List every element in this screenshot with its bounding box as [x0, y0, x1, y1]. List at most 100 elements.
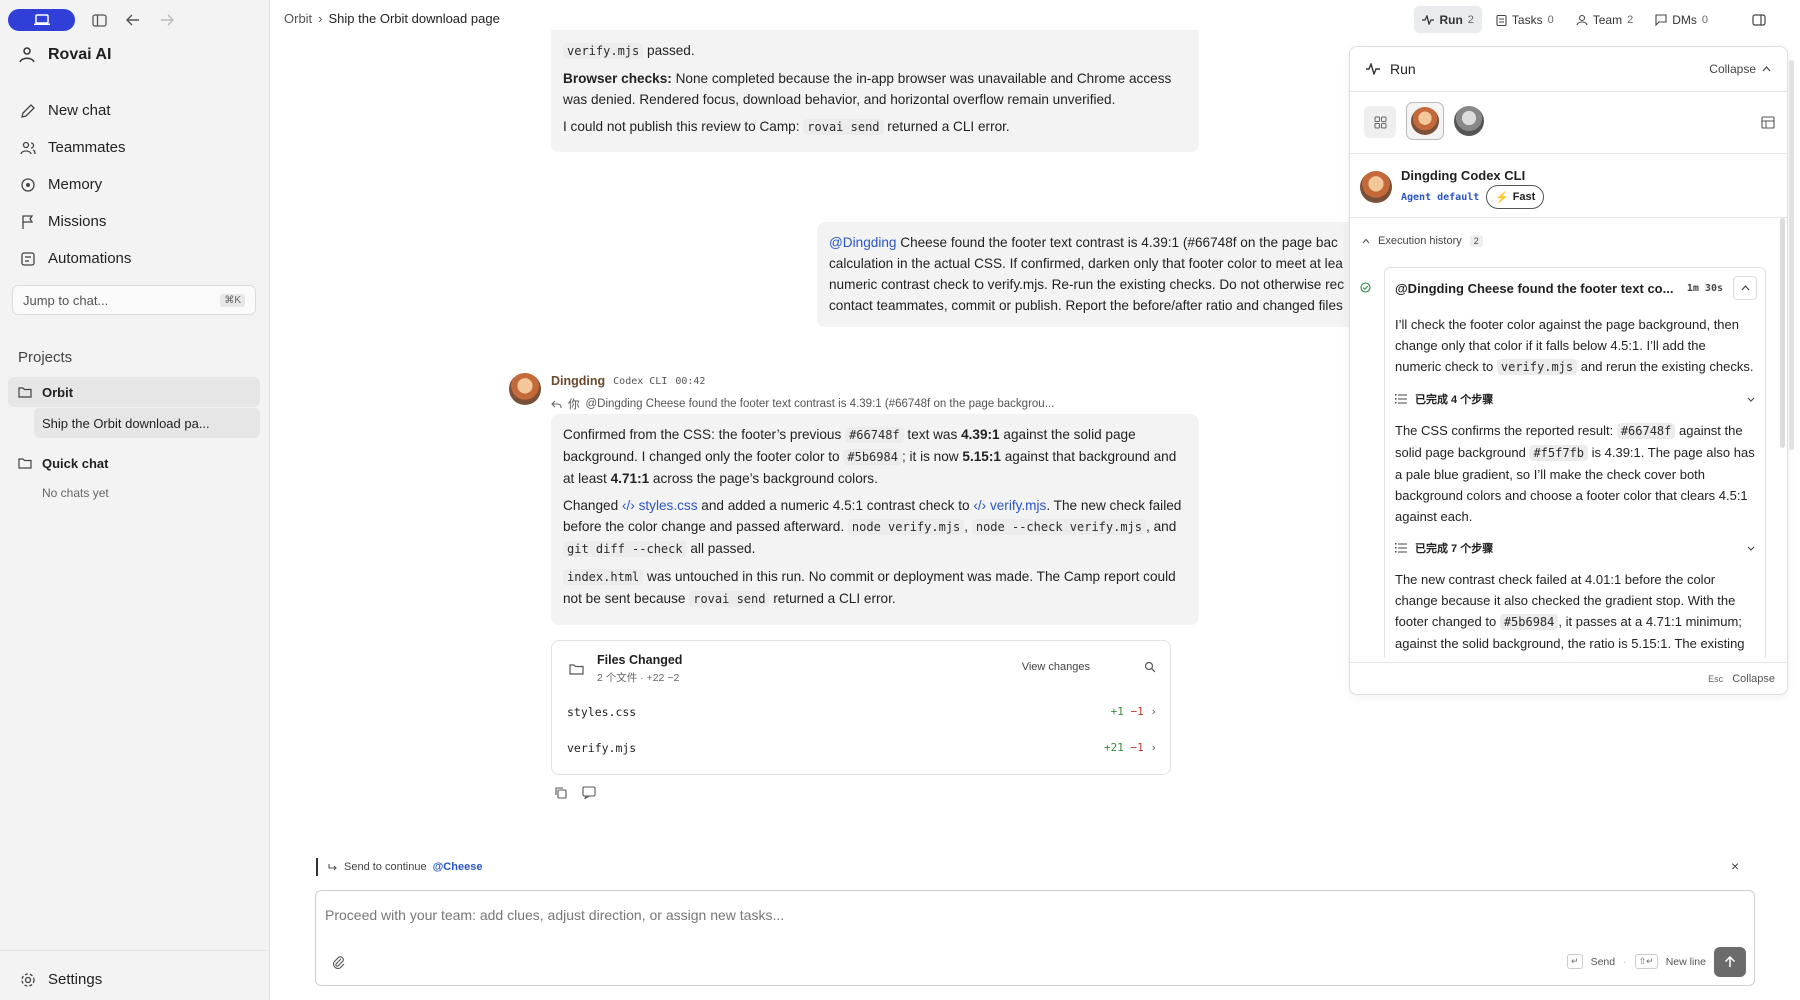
feedback-icon[interactable] [582, 786, 596, 799]
list-icon [1395, 543, 1407, 553]
copy-icon[interactable] [554, 786, 567, 799]
nav-automations[interactable]: Automations [10, 240, 260, 277]
search-icon[interactable] [1144, 661, 1156, 673]
nav-label: Teammates [48, 139, 126, 156]
view-changes-button[interactable]: View changes [1022, 661, 1090, 673]
panel-toggle-button[interactable] [1744, 6, 1774, 33]
message-time: 00:42 [675, 375, 706, 387]
steps-label: 已完成 4 个步骤 [1415, 394, 1494, 406]
chat-item-ship-orbit[interactable]: Ship the Orbit download pa... [34, 408, 260, 438]
project-orbit[interactable]: Orbit [8, 377, 260, 407]
reply-quote[interactable]: 你 @Dingding Cheese found the footer text… [551, 396, 1054, 412]
msg-line: I could not publish this review to Camp:… [563, 116, 1187, 138]
message-composer[interactable]: Proceed with your team: add clues, adjus… [315, 890, 1755, 986]
crumb-separator: › [318, 11, 323, 26]
check-circle-icon [1360, 282, 1371, 293]
tasks-label: Tasks [1511, 12, 1543, 27]
msg-text: and rerun the existing checks. [1577, 359, 1754, 374]
nav-label: Missions [48, 213, 107, 230]
msg-text: ; it is now [901, 449, 963, 464]
nav-missions[interactable]: Missions [10, 203, 260, 240]
user-message-bubble: @Dingding Cheese found the footer text c… [817, 222, 1349, 327]
author-name[interactable]: Dingding [551, 374, 605, 388]
tasks-button[interactable]: Tasks 0 [1488, 6, 1562, 33]
forward-arrow-icon[interactable] [157, 10, 177, 30]
settings-button[interactable]: Settings [0, 950, 270, 988]
card-header[interactable]: @Dingding Cheese found the footer text c… [1385, 268, 1765, 308]
attach-icon[interactable] [331, 955, 345, 969]
folder-icon [569, 664, 584, 675]
main-scrollbar[interactable] [1789, 60, 1794, 450]
files-summary: 2 个文件 · +22 −2 [597, 672, 680, 684]
jump-to-chat-input[interactable]: Jump to chat... ⌘K [12, 285, 256, 315]
file-link-styles[interactable]: ‹/› styles.css [622, 498, 698, 513]
close-continue-icon[interactable]: × [1731, 858, 1739, 874]
msg-text: , and [1146, 519, 1177, 534]
brand-name: Rovai AI [48, 46, 112, 63]
msg-text: I could not publish this review to Camp: [563, 119, 804, 134]
agent-reply-bubble: Confirmed from the CSS: the footer’s pre… [551, 414, 1199, 625]
breadcrumb: Orbit › Ship the Orbit download page [284, 11, 500, 26]
message-icon [1655, 13, 1667, 26]
dms-button[interactable]: DMs 0 [1647, 6, 1716, 33]
workspace-switch-button[interactable] [8, 9, 75, 31]
agent-avatar [1454, 106, 1484, 136]
mention[interactable]: @Dingding [829, 235, 896, 250]
file-row-verify[interactable]: verify.mjs +21 −1 › [567, 741, 1157, 755]
agent-tab-cheese[interactable] [1454, 106, 1484, 136]
window-controls [8, 9, 177, 31]
card-title: @Dingding Cheese found the footer text c… [1395, 280, 1674, 296]
steps-group-2[interactable]: 已完成 7 个步骤 [1385, 533, 1765, 563]
additions: +21 [1104, 741, 1124, 754]
msg-text: Changed [563, 498, 622, 513]
team-count: 2 [1627, 13, 1634, 26]
enter-key-icon: ↵ [1567, 954, 1583, 969]
all-agents-button[interactable] [1364, 106, 1396, 138]
run-button[interactable]: Run 2 [1414, 6, 1482, 33]
agent-tab-dingding[interactable] [1406, 102, 1444, 140]
collapse-button[interactable]: Collapse [1709, 62, 1771, 76]
chevron-right-icon: › [1150, 741, 1157, 754]
footer-collapse-button[interactable]: Collapse [1732, 673, 1775, 685]
chevron-up-icon [1741, 285, 1749, 291]
table-icon[interactable] [1761, 116, 1775, 129]
agent-avatar [1411, 107, 1439, 135]
send-hints: ↵ Send · ⇧↵ New line [1567, 954, 1706, 969]
fast-mode-button[interactable]: ⚡ Fast [1486, 185, 1545, 209]
msg-line: Browser checks: None completed because t… [563, 68, 1187, 110]
msg-text: returned a CLI error. [769, 591, 896, 606]
panel-scrollbar[interactable] [1780, 218, 1785, 448]
agent-avatar[interactable] [509, 373, 541, 405]
agent-avatar [1360, 171, 1392, 203]
nav-memory[interactable]: Memory [10, 166, 260, 203]
steps-label: 已完成 7 个步骤 [1415, 543, 1494, 555]
reply-paragraph-1: Confirmed from the CSS: the footer’s pre… [563, 424, 1187, 489]
reply-paragraph-3: index.html was untouched in this run. No… [563, 566, 1187, 610]
deletions: −1 [1130, 705, 1144, 718]
back-arrow-icon[interactable] [123, 10, 143, 30]
empty-label: No chats yet [42, 486, 109, 500]
continue-mention[interactable]: @Cheese [433, 861, 483, 873]
team-button[interactable]: Team 2 [1568, 6, 1641, 33]
users-icon [20, 141, 36, 154]
card-collapse-button[interactable] [1733, 276, 1757, 300]
nav-new-chat[interactable]: New chat [10, 92, 260, 129]
fast-label: Fast [1512, 191, 1536, 203]
run-panel-title: Run [1390, 61, 1416, 77]
brand[interactable]: Rovai AI [18, 46, 111, 64]
chevron-up-icon [1362, 238, 1370, 244]
nav-teammates[interactable]: Teammates [10, 129, 260, 166]
nav-label: Automations [48, 250, 132, 267]
file-link-verify[interactable]: ‹/› verify.mjs [973, 498, 1046, 513]
settings-label: Settings [48, 971, 103, 988]
execution-history-toggle[interactable]: Execution history 2 [1362, 235, 1483, 247]
file-link-label: styles.css [638, 498, 698, 513]
send-button[interactable] [1714, 947, 1746, 977]
chevron-down-icon [1747, 397, 1755, 402]
steps-group-1[interactable]: 已完成 4 个步骤 [1385, 384, 1765, 414]
file-row-styles[interactable]: styles.css +1 −1 › [567, 705, 1157, 719]
sidebar-toggle-icon[interactable] [89, 10, 109, 30]
crumb-project[interactable]: Orbit [284, 11, 312, 26]
project-quick-chat[interactable]: Quick chat [8, 448, 260, 478]
history-label: Execution history [1378, 235, 1462, 247]
